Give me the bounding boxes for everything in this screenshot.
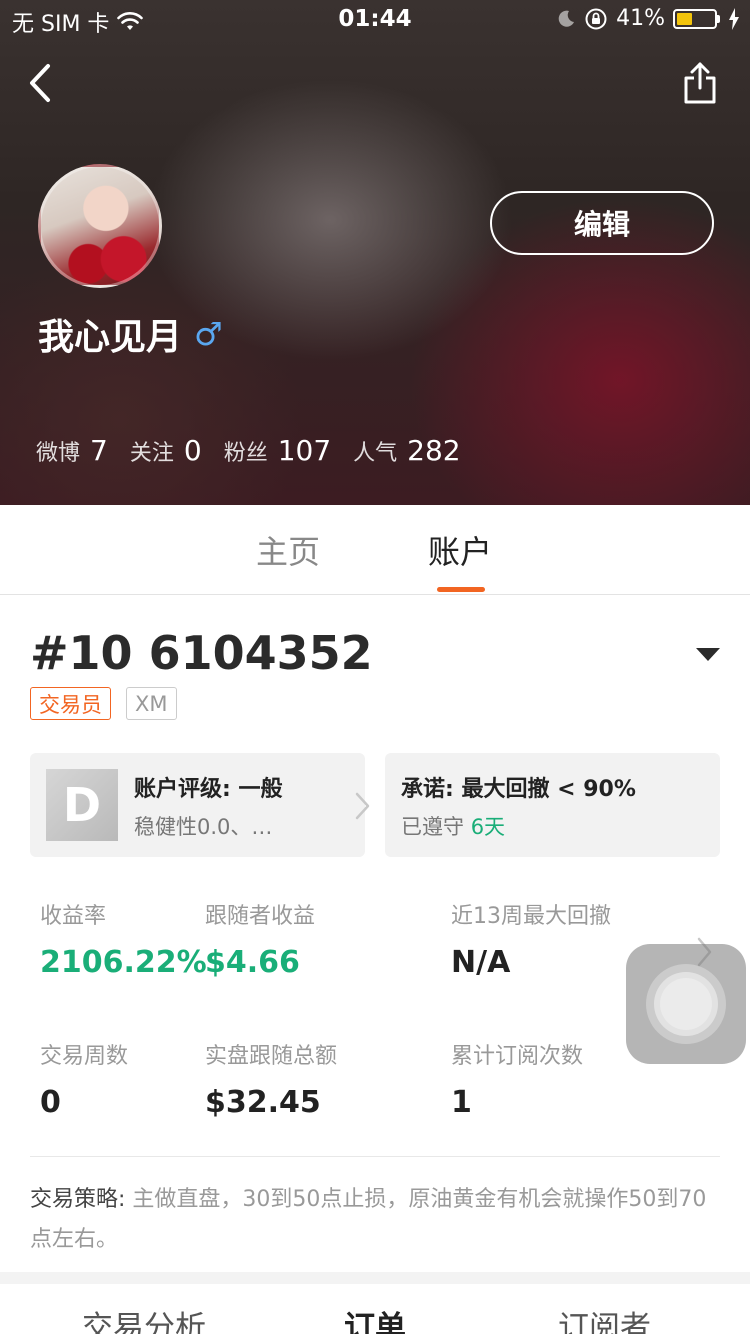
metric-label-max-drawdown: 近13周最大回撤 (451, 904, 611, 929)
rating-title: 账户评级: 一般 (134, 777, 283, 802)
trading-strategy: 交易策略: 主做直盘，30到50点止损，原油黄金有机会就操作50到70点左右。 (30, 1180, 720, 1260)
detail-tabs: 交易分析 订单 订阅者 (0, 1284, 750, 1334)
promise-status: 已遵守 6天 (401, 811, 505, 841)
back-button[interactable] (22, 58, 62, 108)
stat-value: 7 (90, 434, 108, 467)
rating-subtitle: 稳健性0.0、… (134, 815, 273, 839)
assistive-touch-button[interactable] (626, 944, 746, 1064)
assistive-touch-core (660, 978, 712, 1030)
metric-value-trade-weeks: 0 (40, 1085, 61, 1120)
metric-label-follow-amount: 实盘跟随总额 (205, 1044, 338, 1069)
account-rating-card[interactable]: D 账户评级: 一般 稳健性0.0、… (30, 753, 370, 857)
stat-weibo[interactable]: 微博 7 (36, 434, 108, 467)
chevron-left-icon (30, 64, 50, 102)
male-gender-icon: ♂ (194, 315, 223, 353)
active-tab-indicator (437, 587, 485, 592)
chevron-right-icon (355, 792, 370, 820)
metric-value-follower-profit: $4.66 (205, 945, 300, 980)
promise-title: 承诺: 最大回撤 < 90% (401, 777, 636, 802)
triangle-down-icon (696, 648, 720, 661)
metric-label-follower-profit: 跟随者收益 (205, 904, 316, 929)
battery-indicator (673, 8, 720, 29)
strategy-label: 交易策略: (30, 1187, 126, 1212)
account-dropdown-button[interactable] (694, 644, 722, 664)
tab-subscribers[interactable]: 订阅者 (558, 1302, 651, 1334)
section-separator (0, 1272, 750, 1284)
strategy-text: 主做直盘，30到50点止损，原油黄金有机会就操作50到70点左右。 (30, 1187, 707, 1252)
stat-value: 107 (277, 434, 332, 467)
tab-account[interactable]: 账户 (428, 527, 492, 573)
tab-orders[interactable]: 订单 (344, 1302, 406, 1334)
broker-tag: XM (126, 687, 177, 720)
account-number: #10 6104352 (30, 626, 373, 680)
rotation-lock-icon (585, 8, 607, 29)
status-right: 41% (556, 6, 740, 31)
trader-tag: 交易员 (30, 687, 111, 720)
battery-icon (673, 8, 717, 29)
metric-value-return-rate: 2106.22% (40, 945, 207, 980)
share-button[interactable] (680, 58, 720, 108)
profile-name-row: 我心见月 ♂ (38, 308, 223, 360)
moon-icon (558, 10, 575, 27)
stat-value: 0 (183, 434, 202, 467)
stat-label: 人气 (353, 441, 398, 466)
stat-popularity: 人气 282 (353, 434, 460, 467)
stat-value: 282 (407, 434, 461, 467)
status-bar: 无 SIM 卡 01:44 41% (0, 0, 750, 40)
profile-tabs: 主页 账户 (0, 505, 750, 595)
stat-label: 关注 (129, 441, 174, 466)
share-icon (684, 62, 716, 104)
profile-stats: 微博 7 关注 0 粉丝 107 人气 282 (36, 434, 483, 467)
stat-fans[interactable]: 粉丝 107 (224, 434, 331, 467)
metric-label-trade-weeks: 交易周数 (40, 1044, 129, 1069)
metric-value-follow-amount: $32.45 (205, 1085, 321, 1120)
tab-trade-analysis[interactable]: 交易分析 (82, 1302, 206, 1334)
stat-following[interactable]: 关注 0 (130, 434, 202, 467)
metric-label-return-rate: 收益率 (40, 904, 107, 929)
metric-label-subscriptions: 累计订阅次数 (451, 1044, 584, 1069)
stat-label: 微博 (36, 441, 81, 466)
username: 我心见月 (38, 317, 183, 358)
promise-card: 承诺: 最大回撤 < 90% 已遵守 6天 (385, 753, 720, 857)
divider (30, 1156, 720, 1157)
kept-label: 已遵守 (401, 815, 464, 839)
charging-bolt-icon (729, 7, 739, 30)
grade-badge: D (46, 769, 118, 841)
metric-value-max-drawdown: N/A (451, 945, 511, 980)
stat-label: 粉丝 (223, 441, 268, 466)
tab-home[interactable]: 主页 (256, 527, 320, 573)
avatar[interactable] (38, 164, 162, 288)
edit-profile-button[interactable]: 编辑 (490, 191, 714, 255)
battery-fill (677, 12, 692, 25)
kept-days: 6天 (470, 815, 506, 839)
profile-banner: 无 SIM 卡 01:44 41% 编辑 我心见月 ♂ 微博 7 关注 0 粉丝… (0, 0, 750, 505)
battery-percent: 41% (616, 6, 665, 31)
metric-value-subscriptions: 1 (451, 1085, 472, 1120)
battery-tip (717, 14, 720, 23)
